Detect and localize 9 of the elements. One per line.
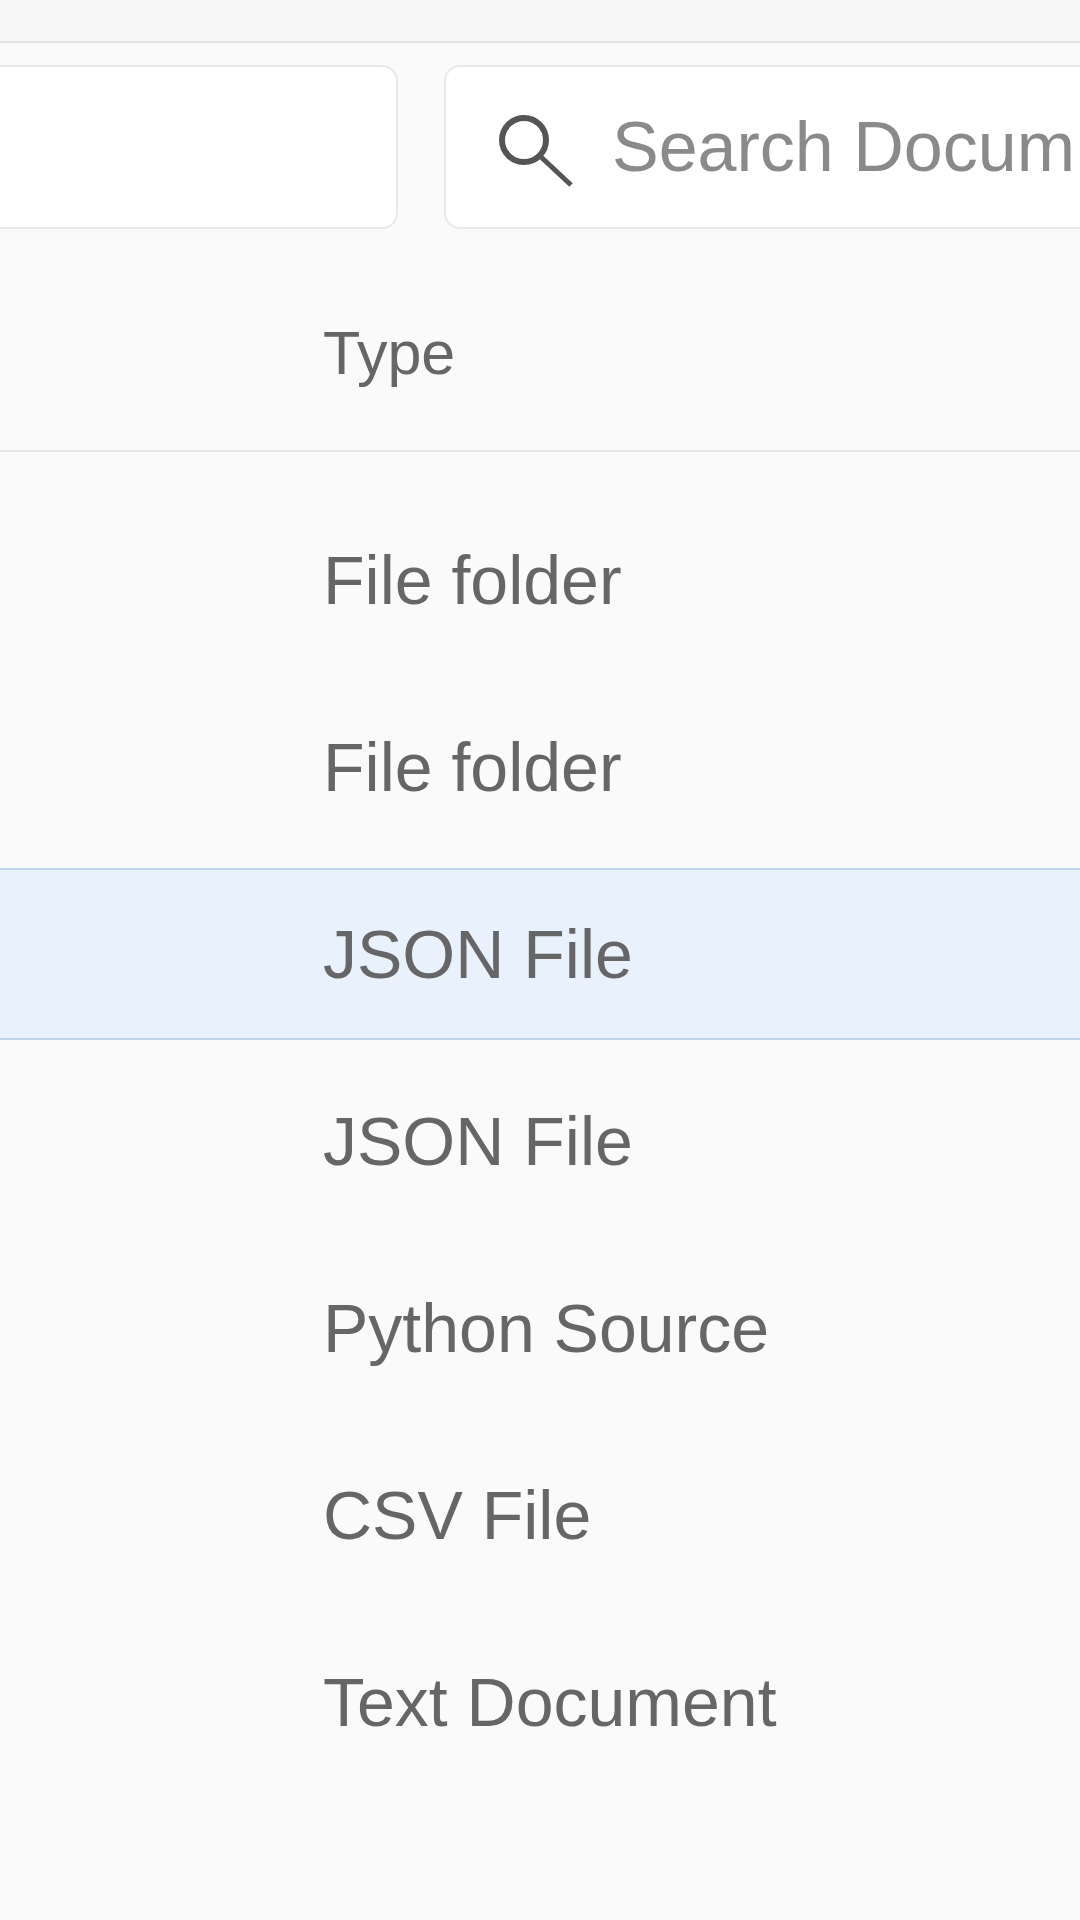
- file-row[interactable]: File folder: [0, 681, 1080, 853]
- file-row[interactable]: Text Document: [0, 1616, 1080, 1788]
- search-icon: [499, 115, 573, 187]
- file-row[interactable]: JSON File: [0, 1055, 1080, 1227]
- file-row[interactable]: JSON File: [0, 868, 1080, 1040]
- search-field[interactable]: Search Docum: [444, 65, 1080, 229]
- file-row[interactable]: Python Source: [0, 1242, 1080, 1414]
- file-row[interactable]: CSV File: [0, 1429, 1080, 1601]
- file-row[interactable]: File folder: [0, 494, 1080, 666]
